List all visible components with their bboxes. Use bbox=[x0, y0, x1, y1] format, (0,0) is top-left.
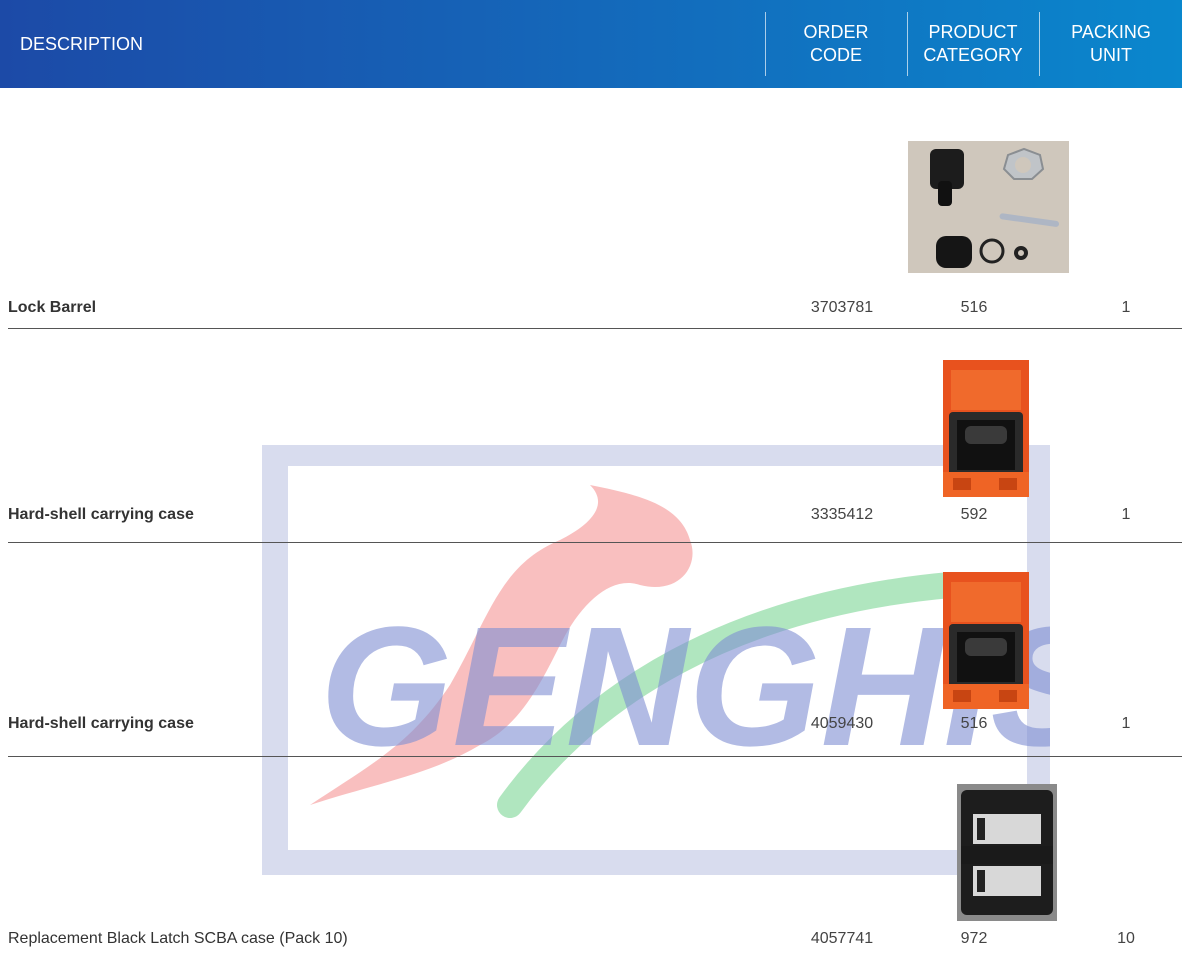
black-latch-image bbox=[957, 784, 1057, 921]
row-divider bbox=[8, 756, 1182, 757]
row-order-code: 3703781 bbox=[810, 299, 874, 316]
column-header-order-code: ORDER CODE bbox=[766, 0, 906, 88]
column-header-product-category: PRODUCT CATEGORY bbox=[908, 0, 1038, 88]
row-divider bbox=[8, 542, 1182, 543]
table-header: DESCRIPTION ORDER CODE PRODUCT CATEGORY PA… bbox=[0, 0, 1182, 88]
column-header-packing-unit: PACKING UNIT bbox=[1040, 0, 1182, 88]
row-product-category: 516 bbox=[960, 715, 988, 732]
order-header-line1: ORDER bbox=[803, 22, 869, 42]
row-description: Lock Barrel bbox=[8, 299, 97, 316]
row-product-category: 972 bbox=[960, 930, 988, 947]
order-header-line2: CODE bbox=[809, 45, 862, 65]
row-description: Hard-shell carrying case bbox=[8, 506, 194, 523]
row-order-code: 4059430 bbox=[810, 715, 874, 732]
row-packing-unit: 1 bbox=[1121, 715, 1131, 732]
column-header-description: DESCRIPTION bbox=[20, 33, 144, 54]
category-header-line1: PRODUCT bbox=[928, 22, 1018, 42]
row-packing-unit: 1 bbox=[1121, 506, 1131, 523]
category-header-line2: CATEGORY bbox=[923, 45, 1023, 65]
row-product-category: 592 bbox=[960, 506, 988, 523]
packing-header-line2: UNIT bbox=[1090, 45, 1132, 65]
lock-barrel-parts-image bbox=[908, 141, 1069, 273]
row-description: Replacement Black Latch SCBA case (Pack … bbox=[8, 930, 348, 947]
orange-case-image bbox=[943, 572, 1029, 709]
row-order-code: 3335412 bbox=[810, 506, 874, 523]
watermark-text: GENGHIS bbox=[320, 592, 1050, 782]
orange-case-image bbox=[943, 360, 1029, 497]
row-description: Hard-shell carrying case bbox=[8, 715, 194, 732]
row-product-category: 516 bbox=[960, 299, 988, 316]
packing-header-line1: PACKING bbox=[1071, 22, 1151, 42]
row-order-code: 4057741 bbox=[810, 930, 874, 947]
row-packing-unit: 10 bbox=[1117, 930, 1135, 947]
row-packing-unit: 1 bbox=[1121, 299, 1131, 316]
row-divider bbox=[8, 328, 1182, 329]
